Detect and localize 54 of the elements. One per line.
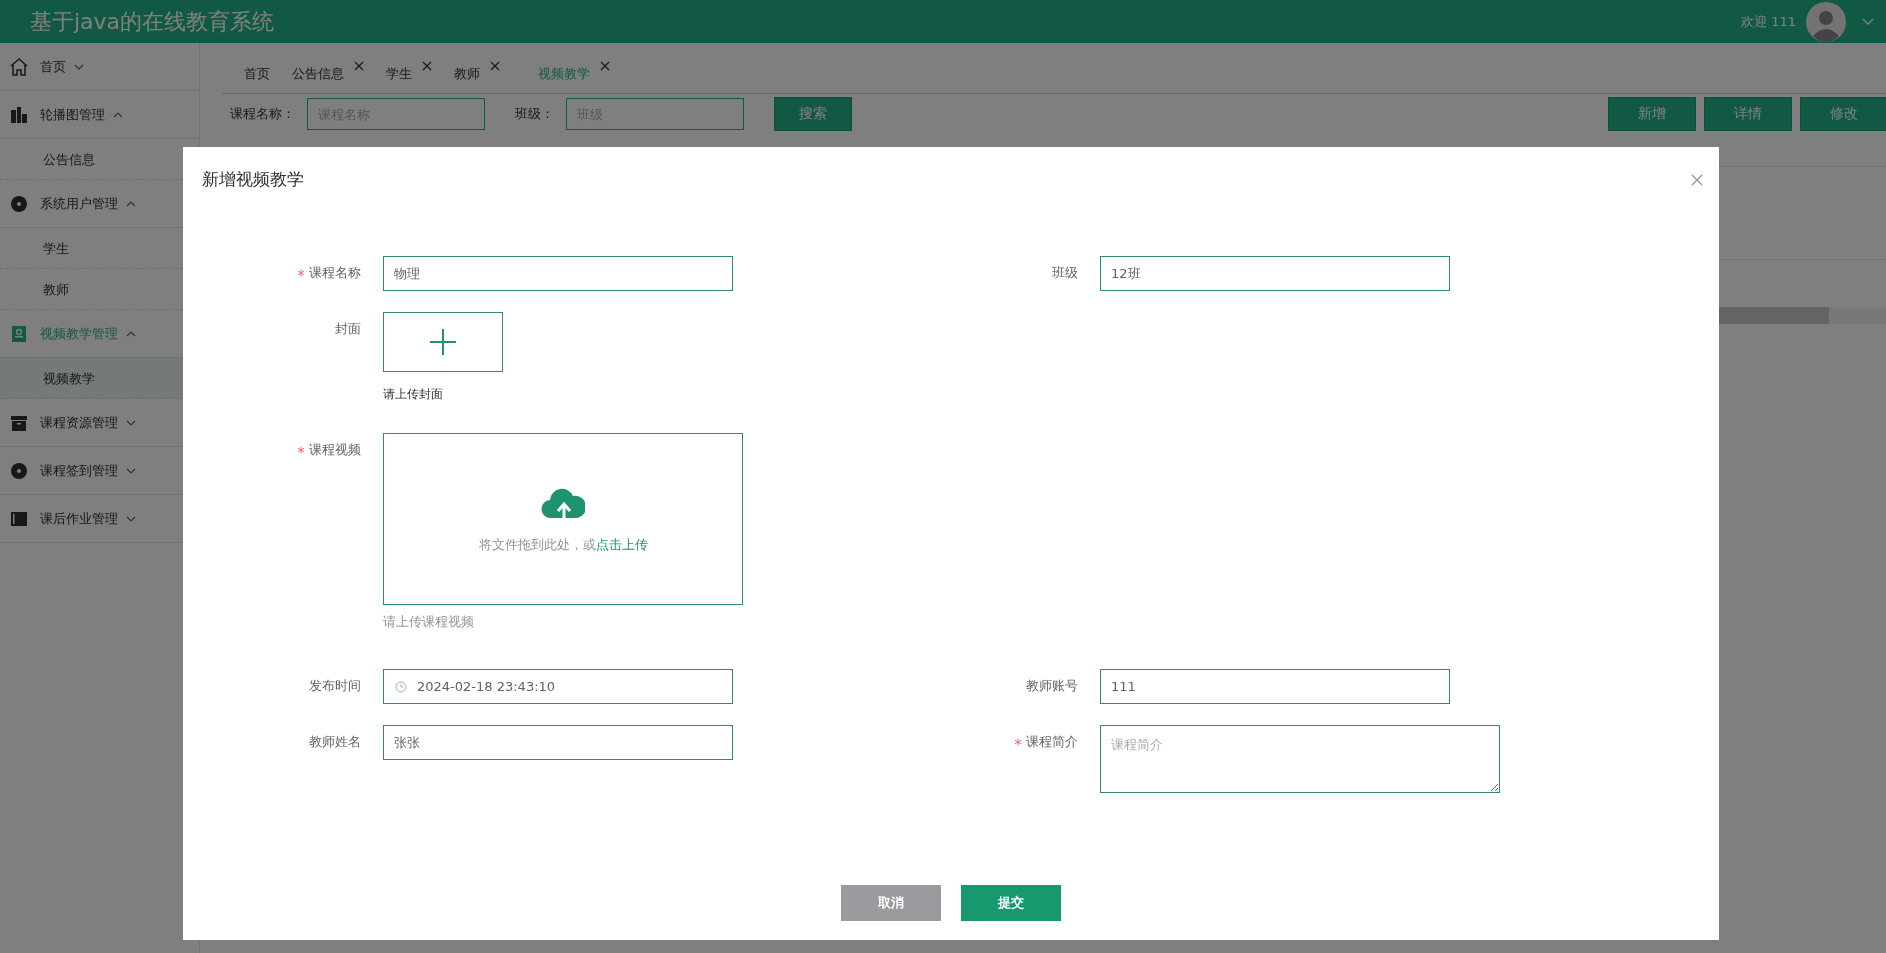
tab[interactable]: 学生 bbox=[386, 65, 412, 83]
tab[interactable]: 教师 bbox=[454, 65, 480, 83]
text-area[interactable]: 课程简介 bbox=[1100, 725, 1500, 793]
close-icon[interactable] bbox=[490, 61, 500, 71]
image-upload[interactable] bbox=[383, 312, 503, 372]
field-label: 课程名称 bbox=[309, 265, 361, 280]
upload-hint: 请上传封面 bbox=[383, 386, 444, 403]
caret-icon bbox=[126, 199, 136, 208]
menu-item[interactable]: 首页 bbox=[0, 43, 199, 91]
clock-icon bbox=[395, 681, 407, 693]
plus-icon bbox=[429, 328, 457, 356]
caret-icon bbox=[113, 110, 123, 119]
caret-icon bbox=[74, 62, 84, 71]
disc-icon bbox=[9, 460, 29, 481]
date-field[interactable]: 2024-02-18 23:43:10 bbox=[383, 669, 733, 704]
upload-link[interactable]: 点击上传 bbox=[595, 537, 648, 552]
cancel-button[interactable]: 取消 bbox=[841, 885, 941, 921]
field-label: 班级： bbox=[515, 105, 554, 123]
close-icon[interactable] bbox=[354, 61, 364, 71]
caret-icon bbox=[126, 329, 136, 338]
scrollbar[interactable] bbox=[1716, 307, 1886, 324]
field-label: 班级 bbox=[1052, 265, 1078, 280]
field-label: 课程名称： bbox=[230, 105, 295, 123]
tab[interactable]: 公告信息 bbox=[292, 65, 344, 83]
upload-prompt: 将文件拖到此处，或点击上传 bbox=[478, 536, 648, 554]
field-label: 课程简介 bbox=[1026, 734, 1078, 749]
app-title: 基于java的在线教育系统 bbox=[30, 7, 275, 36]
id-card-icon bbox=[9, 323, 29, 344]
caret-icon bbox=[126, 514, 136, 523]
field-label: 课程视频 bbox=[309, 442, 361, 457]
dialog-title: 新增视频教学 bbox=[202, 168, 304, 191]
scrollbar-thumb[interactable] bbox=[1716, 307, 1829, 324]
tab[interactable]: 首页 bbox=[244, 65, 270, 83]
field-label: 教师账号 bbox=[1026, 678, 1078, 693]
upload-hint: 请上传课程视频 bbox=[383, 613, 475, 631]
upload-drop-zone[interactable]: 将文件拖到此处，或点击上传 bbox=[383, 433, 743, 605]
bar-chart-icon bbox=[9, 104, 29, 125]
field-label: 教师姓名 bbox=[309, 734, 361, 749]
close-icon[interactable] bbox=[1691, 173, 1703, 186]
field-label: 封面 bbox=[335, 321, 361, 336]
home-icon bbox=[9, 56, 29, 77]
greeting: 欢迎 111 bbox=[1741, 12, 1796, 31]
input-field[interactable]: 111 bbox=[1100, 669, 1450, 704]
disc-icon bbox=[9, 193, 29, 214]
close-icon[interactable] bbox=[422, 61, 432, 71]
caret-icon bbox=[126, 418, 136, 427]
caret-icon bbox=[126, 466, 136, 475]
input-field[interactable]: 12班 bbox=[1100, 256, 1450, 291]
submit-button[interactable]: 提交 bbox=[961, 885, 1061, 921]
input-field[interactable]: 物理 bbox=[383, 256, 733, 291]
input-field[interactable]: 张张 bbox=[383, 725, 733, 760]
menu-item[interactable]: 轮播图管理 bbox=[0, 91, 199, 139]
field-label: 发布时间 bbox=[309, 678, 361, 693]
close-icon[interactable] bbox=[600, 61, 610, 71]
